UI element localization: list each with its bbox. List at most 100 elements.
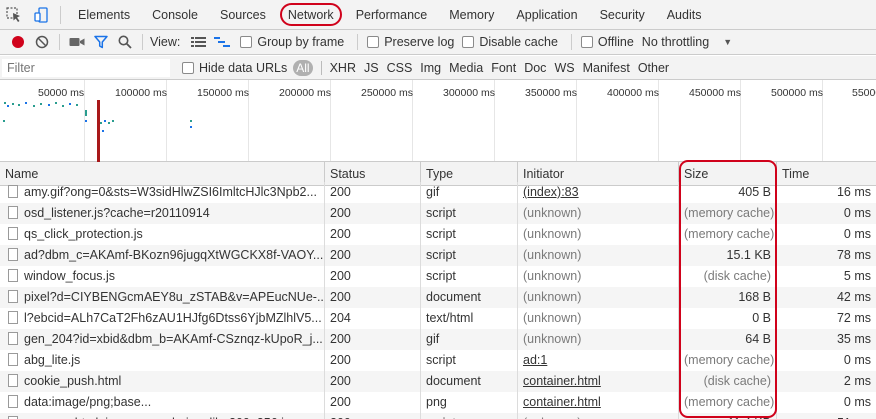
filter-font[interactable]: Font [487, 61, 520, 75]
checkbox-box[interactable] [580, 36, 593, 48]
file-icon [8, 395, 18, 408]
file-icon [8, 311, 18, 324]
filter-xhr[interactable]: XHR [326, 61, 360, 75]
inspect-element-icon[interactable] [0, 0, 28, 30]
type-cell: gif [421, 182, 518, 203]
disable-cache-checkbox[interactable]: Disable cache [462, 35, 558, 49]
filter-css[interactable]: CSS [383, 61, 417, 75]
tab-application[interactable]: Application [505, 0, 588, 30]
initiator-cell[interactable]: container.html [518, 392, 679, 413]
time-cell: 0 ms [843, 353, 871, 367]
timeline-tick-label: 200000 ms [279, 87, 331, 99]
name-cell: osd_listener.js?cache=r20110914 [0, 203, 325, 224]
group-by-frame-checkbox[interactable]: Group by frame [240, 35, 344, 49]
tab-console[interactable]: Console [141, 0, 209, 30]
filter-input[interactable] [2, 58, 170, 77]
time-cell: 0 ms [843, 227, 871, 241]
filter-separator [320, 60, 322, 75]
name-cell: gen_204?id=xbid&dbm_b=AKAmf-CSznqz-kUpoR… [0, 329, 325, 350]
request-name[interactable]: osd_listener.js?cache=r20110914 [24, 206, 210, 220]
filter-all-button[interactable]: All [293, 59, 313, 76]
type-cell: gif [421, 329, 518, 350]
filter-img[interactable]: Img [416, 61, 445, 75]
status-cell: 200 [325, 266, 421, 287]
request-name[interactable]: window_focus.js [24, 269, 115, 283]
hide-data-urls-checkbox[interactable]: Hide data URLs [182, 61, 287, 75]
request-name[interactable]: abg_lite.js [24, 353, 80, 367]
network-overview-timeline[interactable]: 50000 ms 100000 ms 150000 ms 200000 ms 2… [0, 80, 876, 162]
request-name[interactable]: data:image/png;base... [24, 395, 151, 409]
table-row[interactable]: pixel?d=CIYBENGcmAEY8u_zSTAB&v=APEucNUe-… [0, 287, 876, 308]
clear-icon [35, 35, 49, 49]
table-row[interactable]: express_html_inpage_rendering_lib_200_25… [0, 413, 876, 419]
clear-button[interactable] [30, 30, 54, 54]
size-cell: 64 B [679, 329, 777, 350]
device-toolbar-icon[interactable] [28, 0, 56, 30]
request-name[interactable]: qs_click_protection.js [24, 227, 143, 241]
table-row[interactable]: l?ebcid=ALh7CaT2Fh6zAU1HJfg6Dtss6YjbMZlh… [0, 308, 876, 329]
request-name[interactable]: pixel?d=CIYBENGcmAEY8u_zSTAB&v=APEucNUe-… [24, 290, 324, 304]
tab-network[interactable]: Network [277, 0, 345, 30]
table-row[interactable]: cookie_push.html 200 document container.htm… [0, 371, 876, 392]
capture-screenshots-button[interactable] [65, 30, 89, 54]
checkbox-box[interactable] [462, 36, 475, 48]
table-row[interactable]: gen_204?id=xbid&dbm_b=AKAmf-CSznqz-kUpoR… [0, 329, 876, 350]
preserve-log-checkbox[interactable]: Preserve log [367, 35, 454, 49]
initiator-cell[interactable]: (index):83 [518, 182, 679, 203]
tab-memory[interactable]: Memory [438, 0, 505, 30]
record-button[interactable] [6, 30, 30, 54]
table-row[interactable]: amy.gif?ong=0&sts=W3sidHlwZSI6ImltcHJlc3… [0, 182, 876, 203]
name-cell: data:image/png;base... [0, 392, 325, 413]
size-cell: 0 B [679, 308, 777, 329]
throttling-select[interactable]: No throttling ▼ [642, 35, 732, 49]
filter-js[interactable]: JS [360, 61, 383, 75]
filter-manifest[interactable]: Manifest [579, 61, 634, 75]
table-row[interactable]: osd_listener.js?cache=r20110914 200 script… [0, 203, 876, 224]
request-marker [112, 120, 114, 122]
tab-audits[interactable]: Audits [656, 0, 713, 30]
type-cell: script [421, 203, 518, 224]
checkbox-box[interactable] [182, 61, 194, 74]
tab-security[interactable]: Security [589, 0, 656, 30]
initiator-cell: (unknown) [518, 308, 679, 329]
table-row[interactable]: abg_lite.js 200 script ad:1 (memory cache) 0 … [0, 350, 876, 371]
request-name[interactable]: cookie_push.html [24, 374, 121, 388]
initiator-cell[interactable]: container.html [518, 371, 679, 392]
request-marker [62, 105, 64, 107]
filter-other[interactable]: Other [634, 61, 673, 75]
request-name[interactable]: ad?dbm_c=AKAmf-BKozn96jugqXtWGCKX8f-VAOY… [24, 248, 323, 262]
request-marker [3, 120, 5, 122]
time-cell: 16 ms [836, 185, 871, 199]
request-name[interactable]: gen_204?id=xbid&dbm_b=AKAmf-CSznqz-kUpoR… [24, 332, 323, 346]
checkbox-box[interactable] [240, 36, 253, 48]
file-icon [8, 227, 18, 240]
table-row[interactable]: data:image/png;base... 200 png container.ht… [0, 392, 876, 413]
name-cell: window_focus.js [0, 266, 325, 287]
request-marker [40, 103, 42, 105]
search-button[interactable] [113, 30, 137, 54]
request-name[interactable]: amy.gif?ong=0&sts=W3sidHlwZSI6ImltcHJlc3… [24, 185, 317, 199]
large-rows-button[interactable] [186, 30, 210, 54]
filter-ws[interactable]: WS [550, 61, 578, 75]
request-name[interactable]: l?ebcid=ALh7CaT2Fh6zAU1HJfg6Dtss6YjbMZlh… [24, 311, 322, 325]
filter-doc[interactable]: Doc [520, 61, 550, 75]
list-view-icon [190, 37, 206, 47]
filter-media[interactable]: Media [445, 61, 487, 75]
file-icon [8, 290, 18, 303]
show-overview-button[interactable] [210, 30, 234, 54]
time-cell: 0 ms [843, 395, 871, 409]
name-cell: ad?dbm_c=AKAmf-BKozn96jugqXtWGCKX8f-VAOY… [0, 245, 325, 266]
name-cell: l?ebcid=ALh7CaT2Fh6zAU1HJfg6Dtss6YjbMZlh… [0, 308, 325, 329]
status-cell: 200 [325, 392, 421, 413]
initiator-cell: (unknown) [518, 203, 679, 224]
tab-sources[interactable]: Sources [209, 0, 277, 30]
table-row[interactable]: qs_click_protection.js 200 script (unknown)… [0, 224, 876, 245]
offline-checkbox[interactable]: Offline [580, 35, 634, 49]
initiator-cell[interactable]: ad:1 [518, 350, 679, 371]
filter-toggle-button[interactable] [89, 30, 113, 54]
tab-performance[interactable]: Performance [345, 0, 439, 30]
table-row[interactable]: window_focus.js 200 script (unknown) (disk c… [0, 266, 876, 287]
table-row[interactable]: ad?dbm_c=AKAmf-BKozn96jugqXtWGCKX8f-VAOY… [0, 245, 876, 266]
checkbox-box[interactable] [367, 36, 380, 48]
tab-elements[interactable]: Elements [67, 0, 141, 30]
